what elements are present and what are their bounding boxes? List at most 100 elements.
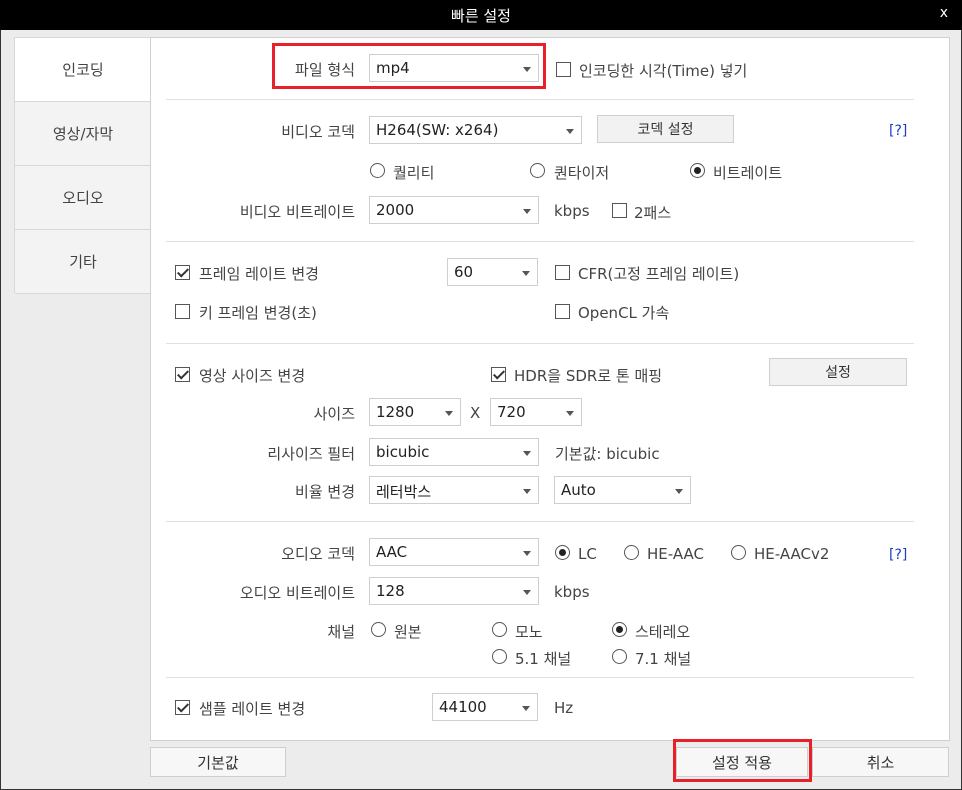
apply-highlight-box <box>673 739 812 782</box>
hdr-label: HDR을 SDR로 톤 매핑 <box>514 367 663 385</box>
ratio-select[interactable]: 레터박스 <box>369 476 539 504</box>
samplerate-select[interactable]: 44100 <box>432 693 538 721</box>
video-codec-value: H264(SW: x264) <box>376 121 499 139</box>
fps-select[interactable]: 60 <box>447 258 538 286</box>
radio-ch-71-label: 7.1 채널 <box>635 650 692 668</box>
sidebar: 인코딩 영상/자막 오디오 기타 <box>14 37 151 294</box>
hdr-checkbox[interactable] <box>491 367 506 382</box>
video-bitrate-select[interactable]: 2000 <box>369 196 539 224</box>
chevron-down-icon <box>523 551 531 556</box>
format-highlight-box <box>272 43 546 89</box>
audio-bitrate-label: 오디오 비트레이트 <box>239 584 355 602</box>
radio-bitrate[interactable] <box>690 163 705 178</box>
hdr-settings-button[interactable]: 설정 <box>769 358 907 386</box>
resize-filter-select[interactable]: bicubic <box>369 438 539 466</box>
divider <box>166 343 914 344</box>
audio-help-link[interactable]: [?] <box>889 547 907 563</box>
chevron-down-icon <box>523 489 531 494</box>
divider <box>166 677 914 678</box>
radio-quality[interactable] <box>370 163 385 178</box>
radio-quantizer[interactable] <box>530 163 545 178</box>
twopass-checkbox[interactable] <box>612 203 627 218</box>
fps-checkbox[interactable] <box>175 265 190 280</box>
sidebar-item-video-subtitle[interactable]: 영상/자막 <box>15 102 151 166</box>
samplerate-label: 샘플 레이트 변경 <box>199 700 306 718</box>
video-codec-label: 비디오 코덱 <box>281 123 355 141</box>
radio-ch-stereo[interactable] <box>612 622 627 637</box>
divider <box>166 99 914 100</box>
radio-ch-mono-label: 모노 <box>515 623 543 641</box>
ratio-label: 비율 변경 <box>295 483 355 501</box>
radio-lc[interactable] <box>555 545 570 560</box>
cfr-label: CFR(고정 프레임 레이트) <box>578 265 740 283</box>
audio-codec-label: 오디오 코덱 <box>281 545 355 563</box>
ratio-value: 레터박스 <box>376 483 432 501</box>
radio-he-aac[interactable] <box>624 545 639 560</box>
audio-bitrate-value: 128 <box>376 582 405 600</box>
radio-ch-mono[interactable] <box>492 622 507 637</box>
keyframe-checkbox[interactable] <box>175 304 190 319</box>
samplerate-unit: Hz <box>554 699 574 717</box>
resize-checkbox[interactable] <box>175 367 190 382</box>
radio-ch-51[interactable] <box>492 649 507 664</box>
resize-filter-default: 기본값: bicubic <box>555 445 660 463</box>
close-icon[interactable]: x <box>940 5 948 21</box>
chevron-down-icon <box>445 411 453 416</box>
channel-label: 채널 <box>327 623 355 641</box>
radio-ch-71[interactable] <box>612 649 627 664</box>
audio-bitrate-unit: kbps <box>554 583 590 601</box>
resize-label: 영상 사이즈 변경 <box>199 367 306 385</box>
samplerate-checkbox[interactable] <box>175 700 190 715</box>
time-checkbox-label: 인코딩한 시각(Time) 넣기 <box>579 62 748 80</box>
video-bitrate-unit: kbps <box>554 202 590 220</box>
width-select[interactable]: 1280 <box>369 398 461 426</box>
radio-he-aacv2[interactable] <box>731 545 746 560</box>
divider <box>166 521 914 522</box>
samplerate-value: 44100 <box>439 698 487 716</box>
opencl-checkbox[interactable] <box>555 304 570 319</box>
chevron-down-icon <box>522 706 530 711</box>
sidebar-item-audio[interactable]: 오디오 <box>15 166 151 230</box>
radio-quality-label: 퀄리티 <box>393 164 435 182</box>
time-checkbox[interactable] <box>556 62 571 77</box>
radio-he-aac-label: HE-AAC <box>647 545 704 563</box>
audio-bitrate-select[interactable]: 128 <box>369 577 539 605</box>
radio-he-aacv2-label: HE-AACv2 <box>754 545 830 563</box>
chevron-down-icon <box>523 590 531 595</box>
video-bitrate-label: 비디오 비트레이트 <box>239 203 355 221</box>
window-title: 빠른 설정 <box>451 7 511 25</box>
sidebar-item-encoding[interactable]: 인코딩 <box>15 38 151 102</box>
twopass-label: 2패스 <box>634 204 672 222</box>
radio-ch-51-label: 5.1 채널 <box>515 650 572 668</box>
radio-ch-original[interactable] <box>371 622 386 637</box>
width-value: 1280 <box>376 403 415 421</box>
size-label: 사이즈 <box>313 405 355 423</box>
ratio-mode-select[interactable]: Auto <box>554 476 691 504</box>
radio-lc-label: LC <box>578 545 597 563</box>
default-button[interactable]: 기본값 <box>150 747 286 777</box>
radio-bitrate-label: 비트레이트 <box>713 164 783 182</box>
fps-value: 60 <box>454 263 474 281</box>
chevron-down-icon <box>523 209 531 214</box>
chevron-down-icon <box>675 489 683 494</box>
size-x: X <box>470 404 481 422</box>
radio-quantizer-label: 퀀타이저 <box>554 164 610 182</box>
audio-codec-select[interactable]: AAC <box>369 538 539 566</box>
height-value: 720 <box>497 403 526 421</box>
video-codec-select[interactable]: H264(SW: x264) <box>369 116 582 144</box>
codec-settings-button[interactable]: 코덱 설정 <box>597 115 734 143</box>
fps-checkbox-label: 프레임 레이트 변경 <box>199 265 319 283</box>
cfr-checkbox[interactable] <box>555 265 570 280</box>
chevron-down-icon <box>566 411 574 416</box>
chevron-down-icon <box>522 271 530 276</box>
radio-ch-original-label: 원본 <box>394 623 422 641</box>
ratio-mode-value: Auto <box>561 481 596 499</box>
audio-codec-value: AAC <box>376 543 408 561</box>
resize-filter-value: bicubic <box>376 443 430 461</box>
title-bar: 빠른 설정 x <box>0 0 962 30</box>
height-select[interactable]: 720 <box>490 398 582 426</box>
video-bitrate-value: 2000 <box>376 201 415 219</box>
cancel-button[interactable]: 취소 <box>812 747 949 777</box>
video-help-link[interactable]: [?] <box>889 123 907 139</box>
sidebar-item-etc[interactable]: 기타 <box>15 230 151 294</box>
